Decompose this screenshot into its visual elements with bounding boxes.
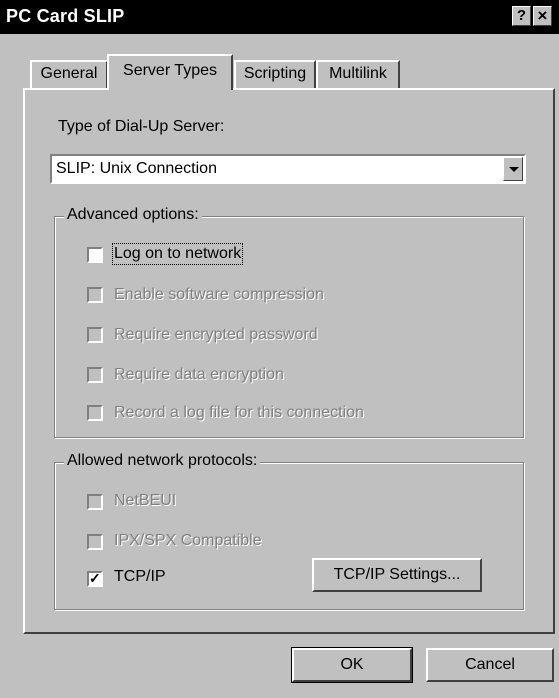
tab-general[interactable]: General [30,60,108,88]
tab-server-types[interactable]: Server Types [107,54,233,90]
encrypted-password-checkbox[interactable] [87,327,103,343]
netbeui-checkbox[interactable] [87,494,103,510]
encrypted-password-label: Require encrypted password [114,326,318,343]
window-title: PC Card SLIP [6,6,125,26]
tab-strip: General Server Types Scripting Multilink [0,54,559,90]
ok-label: OK [340,656,364,673]
server-type-label: Type of Dial-Up Server: [58,118,225,135]
close-icon: × [537,6,548,25]
help-icon: ? [516,7,527,24]
log-on-network-label[interactable]: Log on to network [111,243,244,265]
tcpip-checkbox[interactable]: ✓ [87,570,103,587]
server-type-select[interactable]: SLIP: Unix Connection [50,154,526,184]
log-on-network-checkbox[interactable] [87,247,103,263]
tab-label: Multilink [329,65,387,82]
tab-label: Server Types [123,62,217,79]
checkmark-icon: ✓ [89,570,101,586]
help-button[interactable]: ? [512,6,531,26]
tcpip-settings-button[interactable]: TCP/IP Settings... [312,558,482,592]
ipx-spx-label: IPX/SPX Compatible [114,532,262,549]
tab-multilink[interactable]: Multilink [316,60,400,88]
software-compression-label: Enable software compression [114,286,324,303]
cancel-label: Cancel [465,656,515,673]
server-type-value: SLIP: Unix Connection [56,160,217,177]
close-button[interactable]: × [533,6,552,26]
dialog-window: PC Card SLIP ? × General Server Types Sc… [0,0,559,698]
software-compression-checkbox[interactable] [87,287,103,303]
tcpip-label[interactable]: TCP/IP [114,568,166,586]
title-bar[interactable]: PC Card SLIP ? × [0,0,559,34]
cancel-button[interactable]: Cancel [426,648,554,682]
tcpip-settings-label: TCP/IP Settings... [333,566,461,583]
tab-label: General [40,65,98,82]
tab-scripting[interactable]: Scripting [234,60,316,88]
ok-button[interactable]: OK [291,647,413,683]
protocols-title: Allowed network protocols: [64,452,261,470]
data-encryption-checkbox[interactable] [87,367,103,383]
record-log-label: Record a log file for this connection [114,404,364,421]
ipx-spx-checkbox[interactable] [87,534,103,550]
advanced-options-title: Advanced options: [64,206,202,224]
record-log-checkbox[interactable] [87,405,103,421]
netbeui-label: NetBEUI [114,492,177,509]
chevron-down-icon[interactable] [503,157,523,181]
data-encryption-label: Require data encryption [114,366,284,383]
tab-label: Scripting [243,65,307,82]
